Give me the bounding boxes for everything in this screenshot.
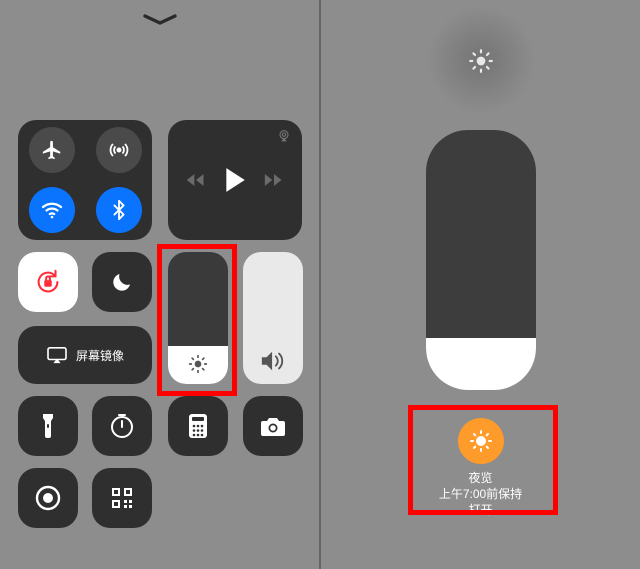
night-shift-subtitle: 上午7:00前保持 — [411, 486, 551, 502]
timer-icon — [92, 396, 152, 456]
night-shift-title: 夜览 — [411, 470, 551, 486]
flashlight-button[interactable] — [18, 396, 78, 456]
brightness-slider-large[interactable] — [426, 130, 536, 390]
play-button[interactable] — [224, 167, 246, 193]
bluetooth-button[interactable] — [85, 180, 152, 240]
qr-scan-button[interactable] — [92, 468, 152, 528]
night-shift-button[interactable]: 夜览 上午7:00前保持 打开 — [411, 418, 551, 519]
screen-record-button[interactable] — [18, 468, 78, 528]
control-center-panel: 屏幕镜像 — [0, 0, 321, 569]
airplay-audio-icon[interactable] — [276, 128, 292, 144]
screen-record-icon — [18, 468, 78, 528]
flashlight-icon — [18, 396, 78, 456]
do-not-disturb-button[interactable] — [92, 252, 152, 312]
brightness-icon — [468, 48, 494, 74]
forward-button[interactable] — [264, 172, 284, 188]
camera-icon — [243, 396, 303, 456]
brightness-slider[interactable] — [168, 252, 228, 384]
brightness-icon — [188, 354, 208, 374]
bluetooth-icon — [96, 187, 142, 233]
night-shift-icon — [458, 418, 504, 464]
airplane-mode-button[interactable] — [18, 120, 85, 180]
cellular-icon — [96, 127, 142, 173]
brightness-expanded-panel: 夜览 上午7:00前保持 打开 — [321, 0, 640, 569]
night-shift-state: 打开 — [411, 502, 551, 518]
wifi-icon — [29, 187, 75, 233]
moon-icon — [92, 252, 152, 312]
mirroring-icon — [46, 346, 68, 364]
timer-button[interactable] — [92, 396, 152, 456]
volume-icon — [260, 350, 286, 372]
airplane-icon — [29, 127, 75, 173]
calculator-button[interactable] — [168, 396, 228, 456]
volume-slider[interactable] — [243, 252, 303, 384]
connectivity-group — [18, 120, 152, 240]
mirroring-label: 屏幕镜像 — [76, 347, 124, 364]
brightness-fill-large — [426, 338, 536, 390]
qr-icon — [92, 468, 152, 528]
wifi-button[interactable] — [18, 180, 85, 240]
orientation-lock-button[interactable] — [18, 252, 78, 312]
media-controls — [168, 120, 302, 240]
rewind-button[interactable] — [186, 172, 206, 188]
cellular-data-button[interactable] — [85, 120, 152, 180]
collapse-chevron-icon[interactable] — [143, 14, 177, 26]
calculator-icon — [168, 396, 228, 456]
screen-mirroring-button[interactable]: 屏幕镜像 — [18, 326, 152, 384]
orientation-lock-icon — [18, 252, 78, 312]
camera-button[interactable] — [243, 396, 303, 456]
